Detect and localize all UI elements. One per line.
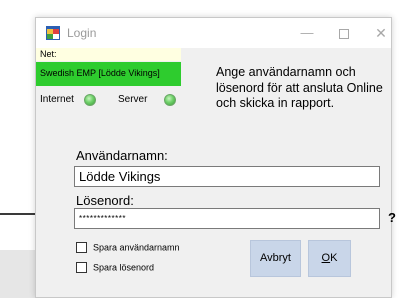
username-label: Användarnamn: xyxy=(76,148,168,163)
internet-status-led-icon xyxy=(84,94,96,106)
net-label: Net: xyxy=(36,48,181,61)
title-bar[interactable]: Login — ✕ xyxy=(36,18,391,48)
remember-password-label: Spara lösenord xyxy=(93,262,155,273)
remember-password-checkbox[interactable]: Spara lösenord xyxy=(76,262,155,274)
network-selector[interactable]: Swedish EMP [Lödde Vikings] xyxy=(36,62,181,86)
app-window-icon xyxy=(46,26,60,40)
internet-label: Internet xyxy=(40,94,74,105)
minimize-icon[interactable]: — xyxy=(292,23,322,43)
password-label: Lösenord: xyxy=(76,193,134,208)
remember-username-label: Spara användarnamn xyxy=(93,242,180,253)
close-icon[interactable]: ✕ xyxy=(366,23,396,43)
server-label: Server xyxy=(118,94,148,105)
background-divider xyxy=(0,213,38,215)
help-button[interactable]: ? xyxy=(388,210,396,225)
server-status-led-icon xyxy=(164,94,176,106)
maximize-icon[interactable] xyxy=(329,23,359,43)
ok-accelerator: O xyxy=(321,252,331,264)
username-field[interactable]: Lödde Vikings xyxy=(74,166,380,187)
network-selected-value: Swedish EMP [Lödde Vikings] xyxy=(40,68,160,78)
background-panel xyxy=(0,250,38,298)
ok-label-rest: K xyxy=(330,252,338,264)
window-title: Login xyxy=(67,26,97,40)
checkbox-box[interactable] xyxy=(76,242,87,254)
checkbox-box[interactable] xyxy=(76,262,87,274)
cancel-button[interactable]: Avbryt xyxy=(250,240,301,277)
info-text: Ange användarnamn och lösenord för att a… xyxy=(216,65,383,110)
remember-username-checkbox[interactable]: Spara användarnamn xyxy=(76,242,180,254)
ok-button[interactable]: OK xyxy=(308,240,351,277)
login-dialog: Login — ✕ Net: Swedish EMP [Lödde Viking… xyxy=(35,17,396,298)
password-field[interactable]: ************* xyxy=(74,208,380,229)
